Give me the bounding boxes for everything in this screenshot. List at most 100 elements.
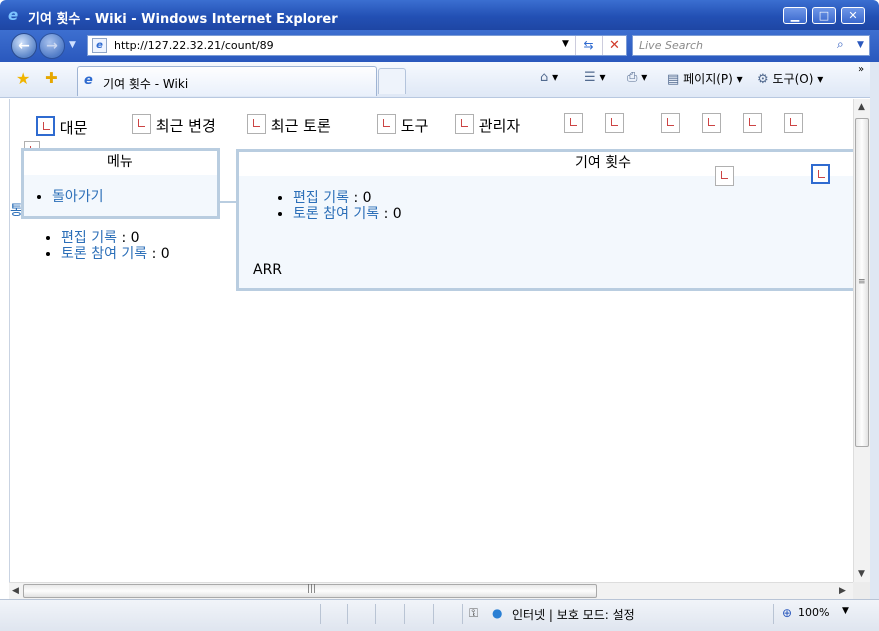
- broken-image-icon[interactable]: [743, 113, 762, 133]
- nav-label-admin: 관리자: [478, 117, 521, 135]
- back-button[interactable]: ←: [11, 33, 37, 59]
- broken-image-icon[interactable]: [715, 166, 734, 186]
- broken-image-icon[interactable]: [564, 113, 583, 133]
- discussion-history-link[interactable]: 토론 참여 기록: [61, 246, 147, 262]
- search-icon[interactable]: ⌕: [837, 37, 844, 52]
- broken-image-icon: [247, 114, 266, 134]
- search-dropdown-icon[interactable]: ▼: [857, 40, 864, 50]
- history-dropdown-icon[interactable]: ▼: [69, 40, 76, 50]
- forward-button[interactable]: →: [39, 33, 65, 59]
- page-menu[interactable]: ▤ 페이지(P) ▾: [667, 70, 743, 87]
- address-dropdown-icon[interactable]: ▼: [562, 39, 569, 49]
- page-icon: e: [92, 38, 107, 53]
- window-title: 기여 횟수 - Wiki - Windows Internet Explorer: [28, 12, 338, 27]
- right-frame: [870, 62, 879, 631]
- vertical-scrollbar[interactable]: ▲ ≡ ▼: [853, 99, 870, 583]
- broken-image-icon: [132, 114, 151, 134]
- scroll-corner: [853, 582, 870, 599]
- nav-label-tools: 도구: [400, 117, 429, 135]
- nav-label-recent-discussions: 최근 토론: [270, 117, 331, 135]
- list-item: 돌아가기: [52, 189, 104, 205]
- page-content: 대문 최근 변경 최근 토론 도구 관리자 검색 통 편집: [9, 99, 853, 582]
- status-divider: [320, 604, 321, 624]
- broken-image-icon: [36, 116, 55, 136]
- minimize-button[interactable]: ▁: [783, 7, 807, 24]
- status-divider: [462, 604, 463, 624]
- title-bar: e 기여 횟수 - Wiki - Windows Internet Explor…: [0, 0, 879, 30]
- scroll-up-icon[interactable]: ▲: [858, 102, 865, 112]
- feeds-icon: ☰: [584, 70, 596, 85]
- refresh-icon[interactable]: ⇆: [575, 36, 601, 55]
- address-toolbar: ← → ▼ e http://127.22.32.21/count/89 ▼ ⇆…: [0, 30, 879, 62]
- new-tab-button[interactable]: [378, 68, 406, 94]
- broken-image-icon[interactable]: [811, 164, 830, 184]
- main-discussion-history-link[interactable]: 토론 참여 기록: [293, 206, 379, 222]
- scroll-right-icon[interactable]: ▶: [839, 586, 846, 596]
- tab-label[interactable]: 기여 횟수 - Wiki: [103, 75, 188, 92]
- home-button[interactable]: ⌂ ▾: [540, 70, 558, 85]
- command-bar: ★ ✚ e 기여 횟수 - Wiki ⌂ ▾ ☰ ▾ ⎙ ▾ ▤ 페이지(P) …: [0, 62, 879, 98]
- page-menu-icon: ▤: [667, 72, 680, 87]
- close-button[interactable]: ✕: [841, 7, 865, 24]
- nav-item-tools[interactable]: 도구: [377, 114, 428, 136]
- discussion-history-value: : 0: [151, 246, 170, 262]
- broken-image-icon[interactable]: [661, 113, 680, 133]
- maximize-button[interactable]: □: [812, 7, 836, 24]
- broken-image-icon[interactable]: [702, 113, 721, 133]
- zoom-dropdown-icon[interactable]: ▼: [842, 606, 849, 616]
- grip-icon: |||: [307, 584, 317, 594]
- left-frame: [0, 98, 9, 600]
- tools-menu[interactable]: ⚙ 도구(O) ▾: [757, 70, 823, 87]
- home-icon: ⌂: [540, 70, 549, 85]
- menu-panel: 메뉴 돌아가기: [21, 148, 220, 219]
- favorites-star-icon[interactable]: ★: [16, 69, 30, 88]
- scroll-left-icon[interactable]: ◀: [12, 586, 19, 596]
- horizontal-scrollbar[interactable]: ◀ ||| ▶: [9, 582, 853, 599]
- scroll-down-icon[interactable]: ▼: [858, 569, 865, 579]
- nav-label-main: 대문: [59, 119, 88, 137]
- address-field[interactable]: e http://127.22.32.21/count/89 ▼ ⇆ ✕: [87, 35, 627, 56]
- broken-image-icon: [377, 114, 396, 134]
- main-panel-title: 기여 횟수: [239, 152, 853, 176]
- zoom-level[interactable]: 100%: [798, 606, 829, 619]
- status-divider: [347, 604, 348, 624]
- tab-page-icon: e: [84, 73, 93, 88]
- grip-icon: ≡: [858, 277, 866, 287]
- menu-panel-title: 메뉴: [24, 151, 217, 175]
- nav-item-recent-discussions[interactable]: 최근 토론: [247, 114, 331, 136]
- search-input[interactable]: Live Search ⌕ ▼: [632, 35, 870, 56]
- status-divider: [773, 604, 774, 624]
- wiki-top-nav: 대문 최근 변경 최근 토론 도구 관리자: [10, 99, 853, 149]
- main-edit-history-link[interactable]: 편집 기록: [293, 190, 349, 206]
- list-item: 토론 참여 기록 : 0: [61, 246, 170, 262]
- broken-image-icon[interactable]: [784, 113, 803, 133]
- tools-menu-label: 도구(O): [772, 72, 814, 86]
- tab-active[interactable]: e 기여 횟수 - Wiki: [77, 66, 377, 96]
- print-button[interactable]: ⎙ ▾: [627, 70, 647, 85]
- edit-history-value: : 0: [121, 230, 140, 246]
- chevron-overflow-icon[interactable]: »: [858, 64, 864, 75]
- protected-mode-icon[interactable]: ⚿: [469, 606, 478, 621]
- nav-label-recent-changes: 최근 변경: [155, 117, 216, 135]
- status-bar: ⚿ ● 인터넷 | 보호 모드: 설정 ⊕ 100% ▼: [0, 599, 879, 631]
- status-divider: [375, 604, 376, 624]
- edit-history-link[interactable]: 편집 기록: [61, 230, 117, 246]
- url-text[interactable]: http://127.22.32.21/count/89: [114, 39, 274, 52]
- broken-image-icon[interactable]: [605, 113, 624, 133]
- broken-image-icon: [455, 114, 474, 134]
- nav-item-main[interactable]: 대문: [36, 116, 87, 138]
- print-icon: ⎙: [627, 70, 638, 85]
- nav-item-recent-changes[interactable]: 최근 변경: [132, 114, 216, 136]
- list-item: 편집 기록 : 0: [61, 230, 170, 246]
- go-back-link[interactable]: 돌아가기: [52, 189, 104, 205]
- search-placeholder: Live Search: [639, 39, 703, 52]
- main-stats-list: 편집 기록 : 0 토론 참여 기록 : 0: [293, 190, 402, 222]
- page-menu-label: 페이지(P): [683, 72, 733, 86]
- security-zone[interactable]: 인터넷 | 보호 모드: 설정: [512, 606, 635, 623]
- feeds-button[interactable]: ☰ ▾: [584, 70, 606, 85]
- nav-item-admin[interactable]: 관리자: [455, 114, 520, 136]
- add-favorite-icon[interactable]: ✚: [45, 69, 58, 87]
- main-edit-history-value: : 0: [353, 190, 372, 206]
- stop-icon[interactable]: ✕: [602, 36, 626, 55]
- list-item: 토론 참여 기록 : 0: [293, 206, 402, 222]
